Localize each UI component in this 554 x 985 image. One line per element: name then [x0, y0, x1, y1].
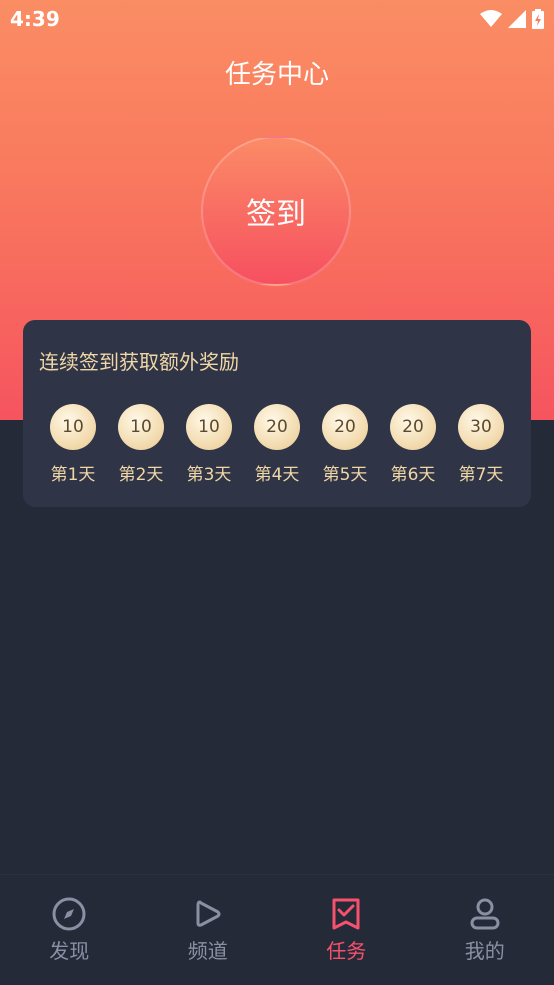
- wifi-icon: [480, 10, 502, 28]
- reward-day-label: 第3天: [187, 460, 232, 485]
- reward-card-title: 连续签到获取额外奖励: [39, 346, 239, 375]
- reward-coin: 10: [118, 404, 164, 450]
- tab-task[interactable]: 任务: [277, 875, 416, 985]
- battery-icon: [532, 9, 544, 29]
- reward-coin: 10: [50, 404, 96, 450]
- reward-coin: 20: [254, 404, 300, 450]
- reward-day: 20 第4天: [243, 404, 311, 485]
- status-time: 4:39: [10, 7, 60, 31]
- tab-channel-label: 频道: [188, 935, 228, 964]
- reward-day-label: 第4天: [255, 460, 300, 485]
- reward-card: 连续签到获取额外奖励 10 第1天 10 第2天 10 第3天 20 第4天 2…: [23, 320, 531, 507]
- user-icon: [466, 895, 504, 933]
- bottom-tab-bar: 发现 频道 任务 我的: [0, 874, 554, 985]
- reward-days: 10 第1天 10 第2天 10 第3天 20 第4天 20 第5天 20 第6…: [39, 404, 519, 485]
- reward-coin: 30: [458, 404, 504, 450]
- reward-coin: 20: [322, 404, 368, 450]
- page-title: 任务中心: [0, 54, 554, 91]
- signal-icon: [508, 10, 526, 28]
- tab-task-label: 任务: [326, 935, 366, 964]
- reward-day: 10 第1天: [39, 404, 107, 485]
- status-icons: [480, 9, 544, 29]
- reward-day-label: 第7天: [459, 460, 504, 485]
- tab-mine-label: 我的: [465, 935, 505, 964]
- signin-button[interactable]: 签到: [201, 136, 351, 286]
- tab-discover[interactable]: 发现: [0, 875, 139, 985]
- reward-day: 20 第6天: [379, 404, 447, 485]
- compass-icon: [50, 895, 88, 933]
- reward-coin: 20: [390, 404, 436, 450]
- signin-button-label: 签到: [246, 189, 306, 233]
- tab-discover-label: 发现: [49, 935, 89, 964]
- tab-channel[interactable]: 频道: [139, 875, 278, 985]
- tab-mine[interactable]: 我的: [416, 875, 554, 985]
- reward-day: 30 第7天: [447, 404, 515, 485]
- play-icon: [189, 895, 227, 933]
- reward-day-label: 第5天: [323, 460, 368, 485]
- reward-day: 20 第5天: [311, 404, 379, 485]
- reward-day: 10 第3天: [175, 404, 243, 485]
- status-bar: 4:39: [0, 0, 554, 38]
- reward-day-label: 第1天: [51, 460, 96, 485]
- task-check-icon: [327, 895, 365, 933]
- reward-coin: 10: [186, 404, 232, 450]
- reward-day-label: 第6天: [391, 460, 436, 485]
- reward-day-label: 第2天: [119, 460, 164, 485]
- reward-day: 10 第2天: [107, 404, 175, 485]
